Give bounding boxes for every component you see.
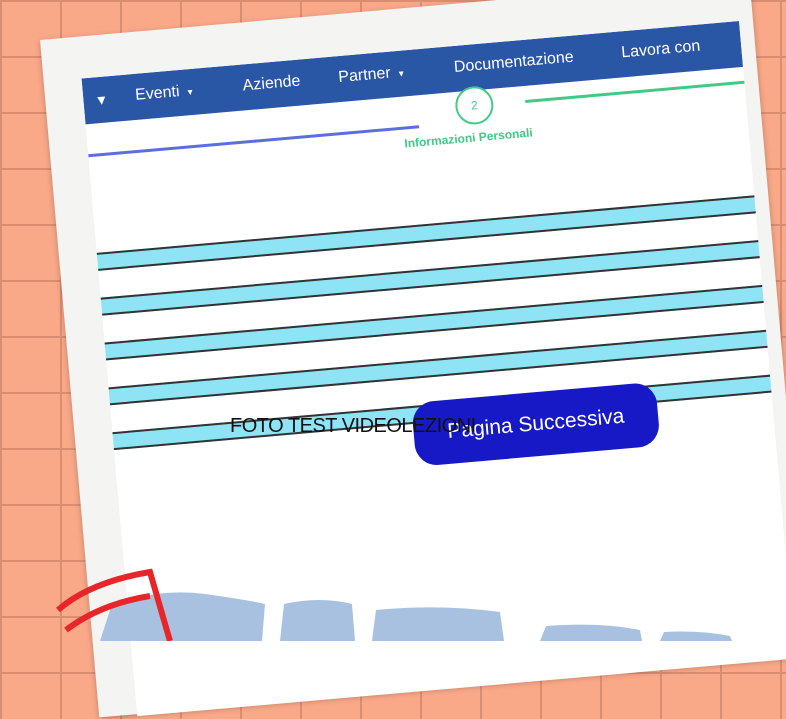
nav-item-aziende[interactable]: Aziende [242, 72, 301, 95]
nav-item-documentazione[interactable]: Documentazione [453, 49, 574, 77]
nav-caret-icon[interactable]: ▾ [97, 90, 107, 111]
step-indicator: 2 [453, 84, 495, 126]
step-label: Informazioni Personali [403, 125, 534, 151]
caption-overlay: FOTO TEST VIDEOLEZIONI [230, 415, 476, 437]
step-progress-line-completed [88, 125, 420, 158]
website-screenshot: ▾ Eventi ▾ Aziende Partner ▾ Documentazion… [81, 21, 786, 717]
step-progress-line-active [525, 79, 755, 103]
chevron-down-icon: ▾ [187, 86, 194, 99]
nav-item-partner[interactable]: Partner ▾ [338, 63, 405, 87]
nav-item-label: Partner [337, 64, 392, 87]
nav-item-lavora-con[interactable]: Lavora con [621, 38, 701, 63]
nav-item-eventi[interactable]: Eventi ▾ [134, 82, 193, 105]
navbar: ▾ Eventi ▾ Aziende Partner ▾ Documentazion… [81, 21, 744, 125]
nav-item-label: Eventi [134, 83, 181, 104]
paper-card: ▾ Eventi ▾ Aziende Partner ▾ Documentazion… [40, 0, 786, 718]
chevron-down-icon: ▾ [398, 68, 405, 80]
